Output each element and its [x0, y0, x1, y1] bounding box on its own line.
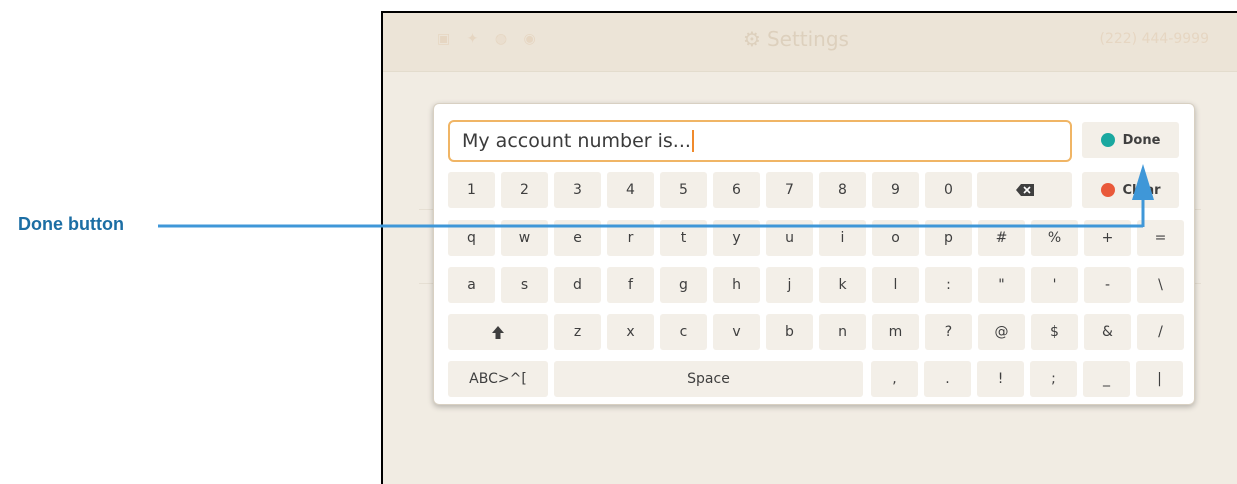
key[interactable]: :: [925, 267, 972, 303]
key[interactable]: ': [1031, 267, 1078, 303]
key[interactable]: @: [978, 314, 1025, 350]
key[interactable]: $: [1031, 314, 1078, 350]
key[interactable]: /: [1137, 314, 1184, 350]
key[interactable]: p: [925, 220, 972, 256]
backspace-button[interactable]: [977, 172, 1072, 208]
key[interactable]: %: [1031, 220, 1078, 256]
key[interactable]: \: [1137, 267, 1184, 303]
page-title: ⚙ Settings: [743, 27, 849, 51]
key[interactable]: 2: [501, 172, 548, 208]
key[interactable]: 7: [766, 172, 813, 208]
text-entry-value: My account number is...: [462, 130, 691, 152]
key[interactable]: f: [607, 267, 654, 303]
gear-icon: ⚙: [743, 27, 761, 51]
key[interactable]: v: [713, 314, 760, 350]
key[interactable]: .: [924, 361, 971, 397]
top-bar: ▣ ✦ ◍ ◉ ⚙ Settings (222) 444-9999: [383, 13, 1237, 72]
key[interactable]: #: [978, 220, 1025, 256]
key[interactable]: ?: [925, 314, 972, 350]
space-key-label: Space: [687, 371, 730, 387]
key[interactable]: c: [660, 314, 707, 350]
key[interactable]: k: [819, 267, 866, 303]
text-entry-field[interactable]: My account number is...: [448, 120, 1072, 162]
key[interactable]: s: [501, 267, 548, 303]
key[interactable]: 6: [713, 172, 760, 208]
done-dot-icon: [1100, 133, 1115, 147]
key[interactable]: i: [819, 220, 866, 256]
device-screen: ▣ ✦ ◍ ◉ ⚙ Settings (222) 444-9999 My acco…: [381, 11, 1237, 484]
key[interactable]: u: [766, 220, 813, 256]
key[interactable]: z: [554, 314, 601, 350]
key[interactable]: o: [872, 220, 919, 256]
key[interactable]: 1: [448, 172, 495, 208]
done-button[interactable]: Done: [1082, 122, 1179, 158]
key[interactable]: l: [872, 267, 919, 303]
key[interactable]: e: [554, 220, 601, 256]
key[interactable]: !: [977, 361, 1024, 397]
clear-dot-icon: [1100, 183, 1115, 197]
key[interactable]: &: [1084, 314, 1131, 350]
key[interactable]: w: [501, 220, 548, 256]
key[interactable]: 5: [660, 172, 707, 208]
space-key[interactable]: Space: [554, 361, 863, 397]
phone-number: (222) 444-9999: [1099, 31, 1210, 47]
key[interactable]: m: [872, 314, 919, 350]
text-caret: [691, 130, 694, 152]
key[interactable]: h: [713, 267, 760, 303]
mode-switch-label: ABC>^[: [469, 371, 527, 387]
key[interactable]: g: [660, 267, 707, 303]
key[interactable]: |: [1136, 361, 1183, 397]
key[interactable]: q: [448, 220, 495, 256]
key[interactable]: a: [448, 267, 495, 303]
key[interactable]: 3: [554, 172, 601, 208]
clear-button-label: Clear: [1122, 182, 1161, 198]
key[interactable]: b: [766, 314, 813, 350]
done-button-label: Done: [1122, 132, 1161, 148]
key[interactable]: ,: [871, 361, 918, 397]
key[interactable]: -: [1084, 267, 1131, 303]
mode-switch-key[interactable]: ABC>^[: [448, 361, 548, 397]
annotation-label: Done button: [18, 214, 124, 234]
backspace-icon: [1015, 184, 1034, 196]
shift-key[interactable]: [448, 314, 548, 350]
key[interactable]: t: [660, 220, 707, 256]
shift-up-arrow-icon: [492, 325, 504, 339]
key[interactable]: x: [607, 314, 654, 350]
key[interactable]: _: [1083, 361, 1130, 397]
key[interactable]: ": [978, 267, 1025, 303]
key[interactable]: y: [713, 220, 760, 256]
key[interactable]: 4: [607, 172, 654, 208]
key[interactable]: j: [766, 267, 813, 303]
page-title-text: Settings: [766, 27, 849, 51]
key[interactable]: d: [554, 267, 601, 303]
key[interactable]: ;: [1030, 361, 1077, 397]
key[interactable]: 0: [925, 172, 972, 208]
key[interactable]: n: [819, 314, 866, 350]
key[interactable]: 9: [872, 172, 919, 208]
keyboard-dialog: My account number is... Done Clear 12345…: [433, 103, 1195, 405]
key[interactable]: =: [1137, 220, 1184, 256]
key[interactable]: r: [607, 220, 654, 256]
key[interactable]: 8: [819, 172, 866, 208]
key[interactable]: +: [1084, 220, 1131, 256]
status-icons: ▣ ✦ ◍ ◉: [437, 31, 542, 47]
clear-button[interactable]: Clear: [1082, 172, 1179, 208]
